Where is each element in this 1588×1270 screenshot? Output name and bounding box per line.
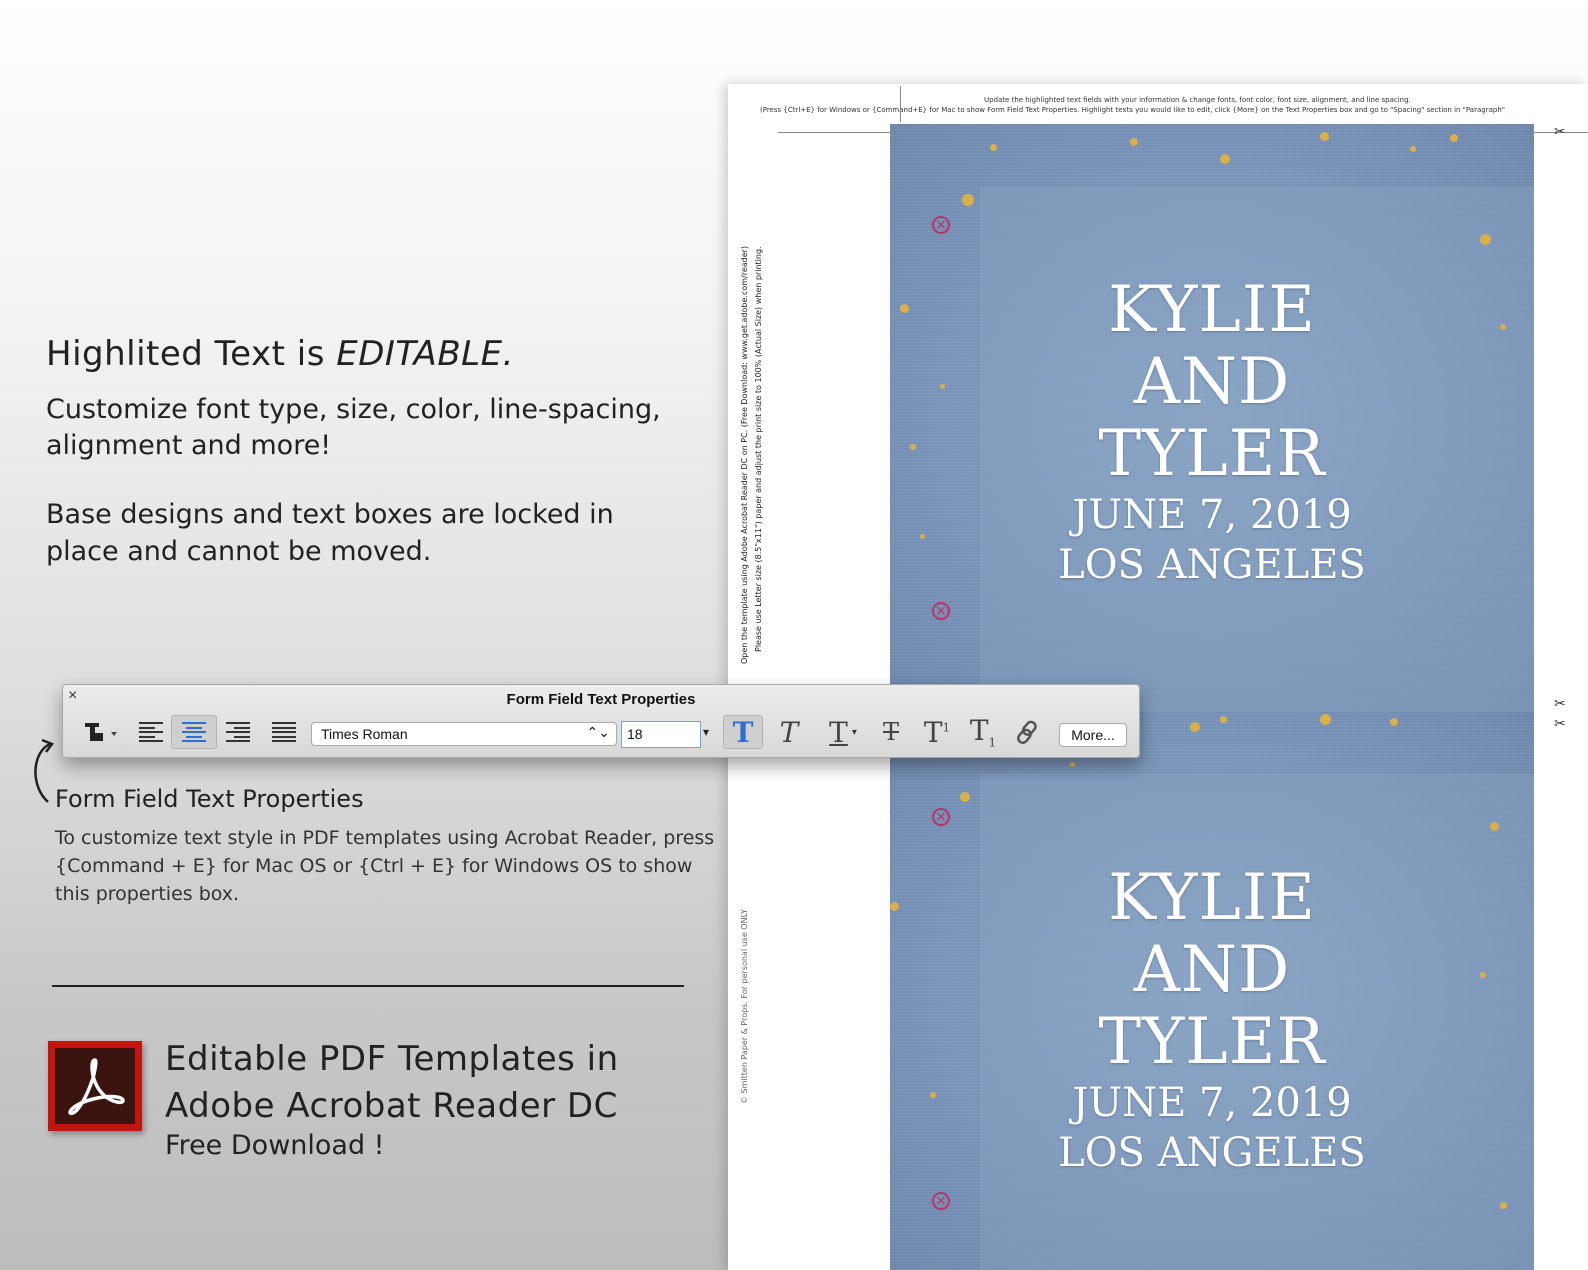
scissors-icon: ✂	[1554, 124, 1566, 140]
gold-fleck	[1480, 234, 1491, 245]
side-note-template: Open the template using Adobe Acrobat Re…	[740, 245, 749, 664]
gold-fleck	[1490, 822, 1499, 831]
editable-headline: Highlited Text is EDITABLE.	[46, 334, 514, 374]
align-left-button[interactable]	[131, 715, 171, 749]
promo-title-line1: Editable PDF Templates in	[165, 1039, 619, 1079]
card-panel: × × KYLIE AND TYLER JUNE 7, 2019 LOS ANG…	[890, 712, 1534, 1270]
bold-icon: T	[732, 715, 754, 749]
gold-fleck	[990, 144, 997, 151]
bold-button[interactable]: T	[723, 715, 763, 749]
italic-button[interactable]: T	[769, 715, 809, 749]
pdf-page: Update the highlighted text fields with …	[728, 84, 1588, 1270]
gold-fleck	[1220, 154, 1230, 164]
card-names[interactable]: KYLIE AND TYLER JUNE 7, 2019 LOS ANGELES	[890, 274, 1534, 590]
font-size-input[interactable]: 18	[621, 721, 701, 748]
divider	[52, 985, 684, 987]
superscript-icon: T1	[923, 715, 951, 749]
locked-design-paragraph: Base designs and text boxes are locked i…	[46, 499, 614, 567]
link-button[interactable]	[1007, 715, 1047, 749]
font-family-value: Times Roman	[321, 726, 408, 742]
event-date[interactable]: JUNE 7, 2019	[890, 490, 1534, 540]
chevron-down-icon[interactable]: ▾	[703, 725, 709, 739]
align-right-icon	[226, 722, 250, 742]
gold-fleck	[1130, 138, 1138, 146]
registration-mark-icon: ×	[932, 808, 950, 826]
justify-button[interactable]	[263, 715, 305, 749]
name-line3[interactable]: TYLER	[890, 1006, 1534, 1078]
chevron-down-icon: ▾	[851, 726, 857, 738]
underline-icon: T	[829, 715, 848, 749]
link-icon	[1017, 720, 1037, 744]
name-line1[interactable]: KYLIE	[890, 862, 1534, 934]
card-names[interactable]: KYLIE AND TYLER JUNE 7, 2019 LOS ANGELES	[890, 862, 1534, 1178]
gold-fleck	[1500, 1202, 1507, 1209]
underline-button[interactable]: T ▾	[815, 715, 871, 749]
crop-mark	[900, 86, 901, 122]
scissors-icon: ✂	[1554, 716, 1566, 732]
gold-fleck	[1450, 134, 1458, 142]
event-place[interactable]: LOS ANGELES	[890, 540, 1534, 590]
panel-title: Form Field Text Properties	[506, 691, 696, 708]
gold-fleck	[1070, 762, 1075, 767]
event-place[interactable]: LOS ANGELES	[890, 1128, 1534, 1178]
form-field-text-properties-panel: × Form Field Text Properties Times Roman…	[62, 684, 1140, 758]
text-color-button[interactable]	[75, 715, 127, 749]
name-line3[interactable]: TYLER	[890, 418, 1534, 490]
italic-icon: T	[779, 715, 799, 749]
gold-fleck	[1320, 132, 1329, 141]
headline-text: Highlited Text is	[46, 334, 337, 374]
curved-arrow-icon	[34, 738, 54, 803]
gold-fleck	[1190, 722, 1200, 732]
acrobat-reader-logo	[48, 1041, 142, 1131]
strikethrough-icon: T	[882, 718, 899, 746]
name-line2[interactable]: AND	[890, 934, 1534, 1006]
align-center-icon	[182, 722, 206, 742]
promo-title: Editable PDF Templates in Adobe Acrobat …	[165, 1036, 619, 1130]
superscript-button[interactable]: T1	[915, 715, 959, 749]
align-right-button[interactable]	[217, 715, 259, 749]
subscript-button[interactable]: T1	[961, 714, 1005, 750]
ffp-description: To customize text style in PDF templates…	[55, 827, 715, 905]
select-chevron-icon: ⌃⌄	[586, 724, 610, 740]
more-button[interactable]: More...	[1059, 723, 1127, 747]
card-panel: × × KYLIE AND TYLER JUNE 7, 2019 LOS ANG…	[890, 124, 1534, 712]
font-family-select[interactable]: Times Roman ⌃⌄	[311, 722, 617, 746]
gold-fleck	[1320, 714, 1331, 725]
scissors-icon: ✂	[1554, 696, 1566, 712]
registration-mark-icon: ×	[932, 1192, 950, 1210]
instruction-note-line1: Update the highlighted text fields with …	[984, 96, 1411, 104]
headline-emphasis: EDITABLE.	[336, 334, 514, 374]
promo-free-download: Free Download !	[165, 1130, 385, 1161]
subscript-icon: T1	[969, 714, 997, 750]
gold-fleck	[1220, 716, 1227, 723]
gold-fleck	[1390, 718, 1398, 726]
registration-mark-icon: ×	[932, 602, 950, 620]
ffp-heading: Form Field Text Properties	[55, 785, 364, 813]
crop-mark	[778, 132, 890, 133]
gold-fleck	[1410, 146, 1416, 152]
copyright-note: © Smitten Paper & Props. For personal us…	[740, 909, 749, 1104]
align-left-icon	[139, 722, 163, 742]
text-color-icon	[85, 723, 117, 741]
justify-icon	[272, 722, 296, 742]
event-date[interactable]: JUNE 7, 2019	[890, 1078, 1534, 1128]
name-line1[interactable]: KYLIE	[890, 274, 1534, 346]
side-note-print: Please use Letter size (8.5"x11") paper …	[754, 246, 763, 652]
promo-title-line2: Adobe Acrobat Reader DC	[165, 1086, 618, 1126]
instruction-note-line2: (Press {Ctrl+E} for Windows or {Command+…	[760, 106, 1505, 114]
customize-paragraph: Customize font type, size, color, line-s…	[46, 394, 661, 461]
gold-fleck	[962, 194, 974, 206]
name-line2[interactable]: AND	[890, 346, 1534, 418]
strikethrough-button[interactable]: T	[873, 715, 909, 749]
gold-fleck	[960, 792, 970, 802]
registration-mark-icon: ×	[932, 216, 950, 234]
align-center-button[interactable]	[171, 715, 217, 749]
